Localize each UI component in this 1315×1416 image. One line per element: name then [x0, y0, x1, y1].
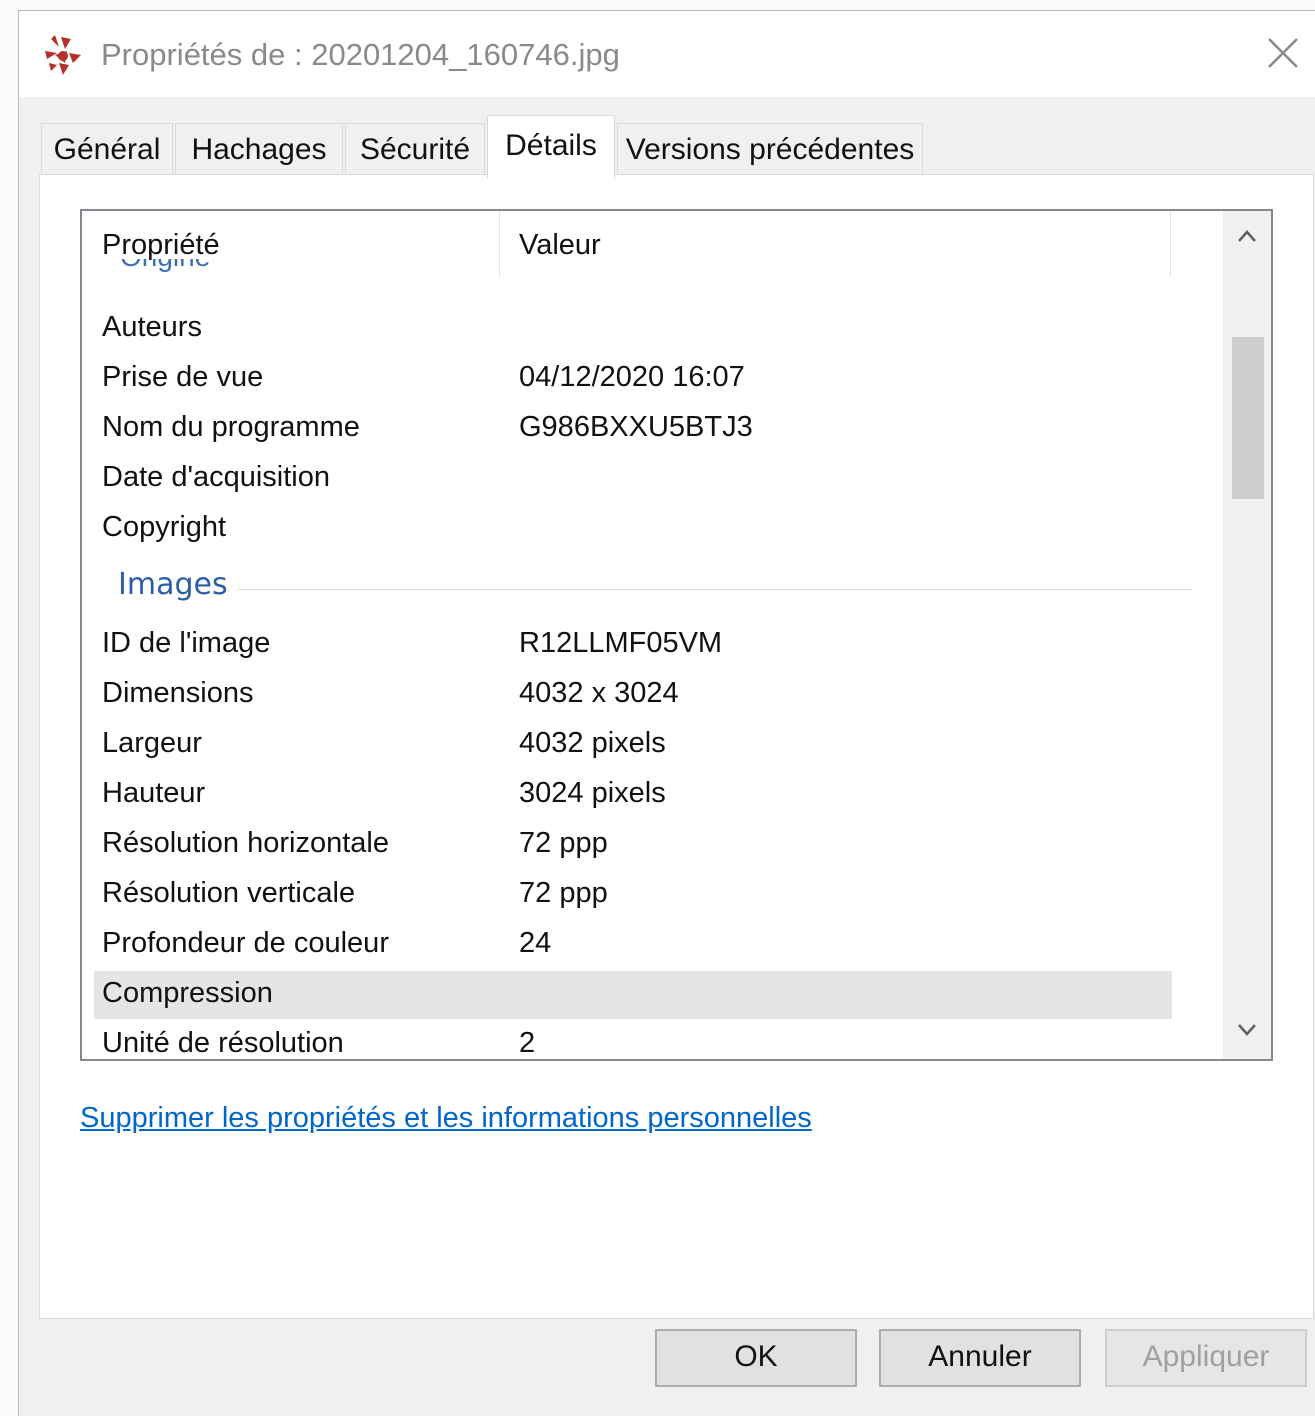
scroll-up-button[interactable]	[1223, 213, 1271, 263]
group-header-images[interactable]: Images	[118, 567, 1198, 607]
property-row[interactable]: Profondeur de couleur 24	[94, 921, 1172, 969]
group-header-origin-partial: Origine	[120, 259, 240, 277]
property-row[interactable]: Hauteur 3024 pixels	[94, 771, 1172, 819]
chevron-up-icon	[1238, 230, 1256, 242]
scroll-down-button[interactable]	[1223, 1007, 1271, 1057]
property-row[interactable]: ID de l'image R12LLMF05VM	[94, 621, 1172, 669]
property-name: Dimensions	[102, 677, 254, 709]
property-name: Prise de vue	[102, 361, 264, 393]
apply-button[interactable]: Appliquer	[1105, 1329, 1307, 1387]
property-row[interactable]: Largeur 4032 pixels	[94, 721, 1172, 769]
property-name: Résolution horizontale	[102, 827, 389, 859]
scrollbar-thumb[interactable]	[1232, 337, 1264, 499]
property-name: Largeur	[102, 727, 202, 759]
property-row[interactable]: Prise de vue 04/12/2020 16:07	[94, 355, 1172, 403]
tab-general[interactable]: Général	[41, 123, 173, 175]
property-row[interactable]: Copyright	[94, 505, 1172, 553]
property-value: 3024 pixels	[519, 777, 666, 809]
property-row[interactable]: Date d'acquisition	[94, 455, 1172, 503]
property-name: Unité de résolution	[102, 1027, 344, 1059]
vertical-scrollbar[interactable]	[1223, 211, 1271, 1059]
property-value: 04/12/2020 16:07	[519, 361, 745, 393]
tab-hashes[interactable]: Hachages	[175, 123, 343, 175]
column-header-row: Propriété Valeur	[82, 211, 1172, 281]
group-title: Images	[118, 567, 228, 602]
details-panel: Propriété Valeur Origine Auteurs Prise d…	[39, 174, 1314, 1319]
tab-details[interactable]: Détails	[487, 115, 615, 179]
property-row-selected[interactable]: Compression	[94, 971, 1172, 1019]
column-separator[interactable]	[1170, 211, 1171, 277]
desktop-background-left	[0, 0, 18, 1416]
desktop-background-top	[0, 0, 1315, 10]
remove-properties-link[interactable]: Supprimer les propriétés et les informat…	[80, 1102, 812, 1135]
property-value: 72 ppp	[519, 877, 608, 909]
property-row[interactable]: Auteurs	[94, 305, 1172, 353]
property-row[interactable]: Nom du programme G986BXXU5BTJ3	[94, 405, 1172, 453]
group-divider	[238, 589, 1193, 590]
details-list[interactable]: Propriété Valeur Origine Auteurs Prise d…	[80, 209, 1273, 1061]
ok-button[interactable]: OK	[655, 1329, 857, 1387]
property-row[interactable]: Résolution verticale 72 ppp	[94, 871, 1172, 919]
column-separator[interactable]	[499, 211, 500, 277]
chevron-down-icon	[1238, 1024, 1256, 1036]
property-row[interactable]: Dimensions 4032 x 3024	[94, 671, 1172, 719]
property-row[interactable]: Résolution horizontale 72 ppp	[94, 821, 1172, 869]
property-name: Hauteur	[102, 777, 206, 809]
title-bar: Propriétés de : 20201204_160746.jpg	[19, 11, 1315, 97]
property-name: Auteurs	[102, 311, 202, 343]
column-header-property[interactable]: Propriété	[102, 229, 220, 262]
property-name: Compression	[102, 977, 273, 1009]
property-value: 24	[519, 927, 552, 959]
property-name: Date d'acquisition	[102, 461, 331, 493]
property-value: 4032 x 3024	[519, 677, 679, 709]
column-header-value[interactable]: Valeur	[519, 229, 601, 262]
cancel-button[interactable]: Annuler	[879, 1329, 1081, 1387]
window-title: Propriétés de : 20201204_160746.jpg	[101, 37, 620, 72]
close-button[interactable]	[1251, 25, 1315, 81]
property-name: Copyright	[102, 511, 227, 543]
property-name: ID de l'image	[102, 627, 271, 659]
tab-previous-versions[interactable]: Versions précédentes	[617, 123, 923, 175]
property-value: R12LLMF05VM	[519, 627, 723, 659]
property-row[interactable]: Unité de résolution 2	[94, 1021, 1172, 1059]
close-icon	[1268, 38, 1298, 68]
app-icon	[41, 33, 85, 77]
property-name: Nom du programme	[102, 411, 360, 443]
property-name: Résolution verticale	[102, 877, 356, 909]
property-value: 72 ppp	[519, 827, 608, 859]
tab-security[interactable]: Sécurité	[345, 123, 485, 175]
property-name: Profondeur de couleur	[102, 927, 389, 959]
property-value: 4032 pixels	[519, 727, 666, 759]
property-value: G986BXXU5BTJ3	[519, 411, 753, 443]
property-value: 2	[519, 1027, 536, 1059]
properties-dialog: Propriétés de : 20201204_160746.jpg Géné…	[18, 10, 1315, 1416]
